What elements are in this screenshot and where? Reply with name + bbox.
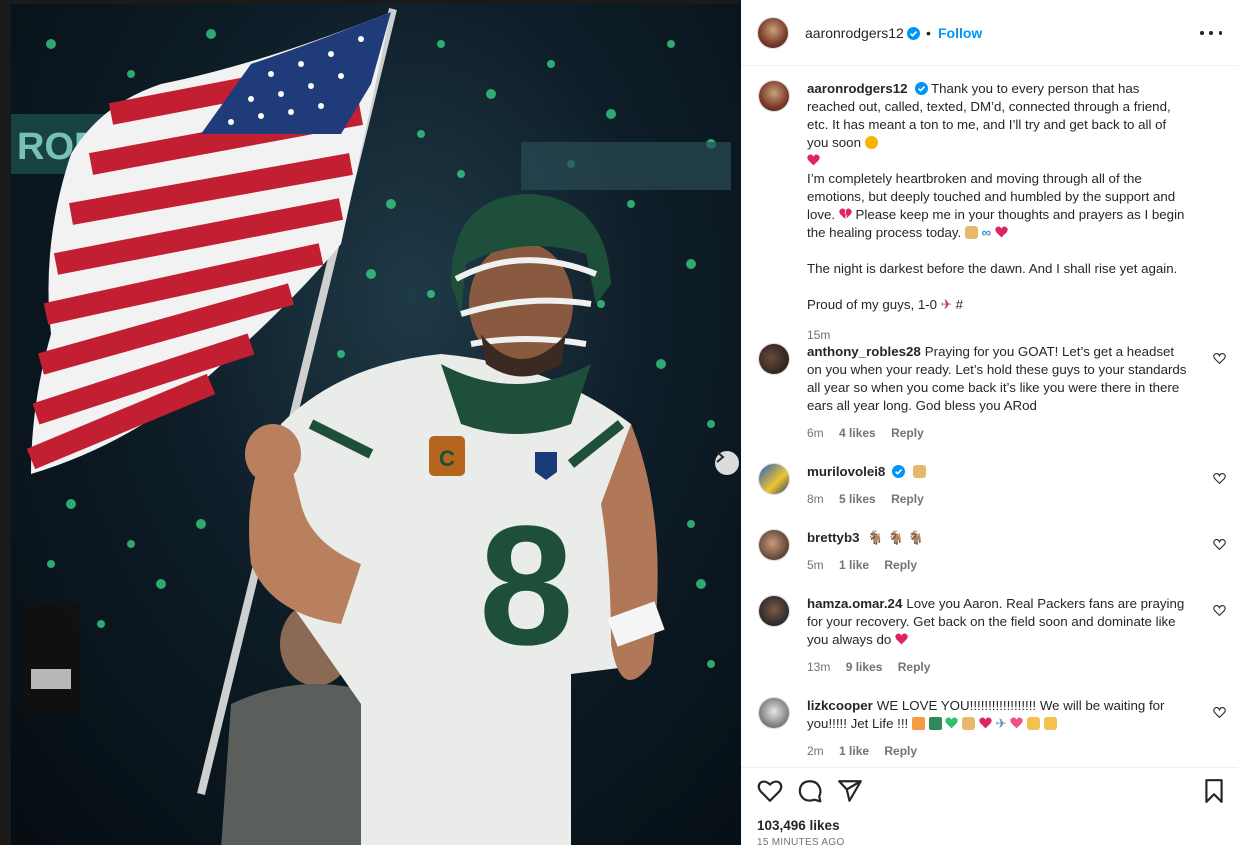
more-options-icon[interactable] — [1200, 23, 1222, 43]
caption-paragraph-4: Proud of my guys, 1-0 ✈ # — [807, 296, 1187, 314]
commenter-avatar[interactable] — [758, 529, 790, 561]
comment-reply-button[interactable]: Reply — [898, 660, 931, 674]
comment-heart-icon[interactable] — [1213, 472, 1226, 485]
commenter-avatar[interactable] — [758, 463, 790, 495]
header-separator: • — [926, 25, 931, 41]
verified-icon — [892, 465, 906, 478]
commenter-username[interactable]: brettyb3 — [807, 530, 859, 545]
goat-emoji-icon: 🐐 — [887, 530, 904, 545]
verified-icon — [914, 82, 928, 95]
comment-likes[interactable]: 4 likes — [839, 426, 876, 440]
infinity-emoji-icon: ∞ — [981, 225, 992, 240]
comment-time[interactable]: 8m — [807, 492, 824, 506]
comment-heart-icon[interactable] — [1213, 352, 1226, 365]
comment-reply-button[interactable]: Reply — [891, 492, 924, 506]
red-heart-emoji-icon — [979, 717, 992, 729]
comment-meta: 5m 1 like Reply — [807, 556, 1187, 574]
airplane-emoji-icon: ✈ — [995, 716, 1007, 731]
comment-body: brettyb3 🐐 🐐 🐐 5m 1 like Reply — [807, 529, 1187, 574]
comment-body: murilovolei8 8m 5 likes Reply — [807, 463, 1187, 508]
verified-icon — [906, 27, 920, 40]
comment-heart-icon[interactable] — [1213, 706, 1226, 719]
jersey-number: 8 — [479, 491, 574, 681]
commenter-avatar[interactable] — [758, 697, 790, 729]
author-avatar[interactable] — [757, 17, 789, 49]
praying-hands-emoji-icon — [964, 226, 978, 239]
commenter-avatar[interactable] — [758, 595, 790, 627]
comment-body: hamza.omar.24 Love you Aaron. Real Packer… — [807, 595, 1187, 676]
commenter-username[interactable]: lizkcooper — [807, 698, 873, 713]
comment-time[interactable]: 13m — [807, 660, 830, 674]
comments-list[interactable]: aaronrodgers12 Thank you to every person… — [741, 67, 1238, 767]
post-detail-panel: aaronrodgers12 • Follow aaronrodgers12 T… — [741, 0, 1238, 845]
post-like-count[interactable]: 103,496 likes — [757, 818, 840, 833]
comment-body: anthony_robles28 Praying for you GOAT! Le… — [807, 343, 1187, 442]
comment-heart-icon[interactable] — [1213, 604, 1226, 617]
follow-button[interactable]: Follow — [938, 25, 982, 41]
sunrise-emoji-icon — [911, 717, 925, 730]
airplane-emoji-icon: ✈ — [940, 297, 952, 312]
mountain-emoji-icon — [928, 717, 942, 730]
comment-likes[interactable]: 1 like — [839, 558, 869, 572]
bookmark-icon[interactable] — [1201, 778, 1227, 804]
clapping-hands-emoji-icon — [1043, 717, 1057, 730]
comment-reply-button[interactable]: Reply — [891, 426, 924, 440]
post-time-ago: 15 MINUTES AGO — [757, 837, 845, 845]
red-heart-emoji-icon — [895, 633, 908, 645]
comment-heart-icon[interactable] — [1213, 538, 1226, 551]
caption-text-4: Proud of my guys, 1-0 — [807, 297, 938, 312]
goat-emoji-icon: 🐐 — [867, 530, 884, 545]
comment-likes[interactable]: 9 likes — [846, 660, 883, 674]
sparkling-heart-emoji-icon — [1010, 717, 1024, 729]
praying-hands-emoji-icon — [962, 717, 976, 730]
comment-likes[interactable]: 5 likes — [839, 492, 876, 506]
broken-heart-emoji-icon — [839, 208, 852, 220]
goat-emoji-icon: 🐐 — [907, 530, 925, 545]
commenter-username[interactable]: anthony_robles28 — [807, 344, 921, 359]
captain-patch: C — [439, 446, 455, 471]
comment-time[interactable]: 6m — [807, 426, 824, 440]
commenter-avatar[interactable] — [758, 343, 790, 375]
caption-body: aaronrodgers12 Thank you to every person… — [807, 80, 1187, 344]
green-heart-emoji-icon — [945, 717, 959, 729]
photo-illustration: RODG 8 C — [11, 8, 731, 845]
commenter-username[interactable]: hamza.omar.24 — [807, 596, 902, 611]
comment-time[interactable]: 2m — [807, 744, 824, 758]
chevron-right-icon — [716, 451, 725, 463]
share-icon[interactable] — [837, 778, 863, 804]
caption-avatar[interactable] — [758, 80, 790, 112]
comment-likes[interactable]: 1 like — [839, 744, 869, 758]
comment-icon[interactable] — [797, 778, 823, 804]
comment-reply-button[interactable]: Reply — [884, 558, 917, 572]
post-photo: RODG 8 C — [0, 0, 741, 845]
like-heart-icon[interactable] — [757, 778, 783, 804]
comment-meta: 8m 5 likes Reply — [807, 490, 1187, 508]
praying-hands-emoji-icon — [913, 465, 927, 478]
comment-meta: 2m 1 like Reply — [807, 742, 1187, 760]
comment-meta: 13m 9 likes Reply — [807, 658, 1187, 676]
crying-face-emoji-icon — [864, 136, 878, 149]
caption-time[interactable]: 15m — [807, 328, 830, 342]
commenter-username[interactable]: murilovolei8 — [807, 464, 885, 479]
comment-reply-button[interactable]: Reply — [884, 744, 917, 758]
next-photo-button[interactable] — [715, 451, 739, 475]
caption-hashtag[interactable]: # — [956, 297, 963, 312]
caption-meta: 15m — [807, 326, 1187, 344]
caption-username[interactable]: aaronrodgers12 — [807, 81, 908, 96]
caption-paragraph-2: I’m completely heartbroken and moving th… — [807, 170, 1187, 242]
comment-time[interactable]: 5m — [807, 558, 824, 572]
comment-meta: 6m 4 likes Reply — [807, 424, 1187, 442]
caption-paragraph-3: The night is darkest before the dawn. An… — [807, 261, 1178, 276]
red-heart-emoji-icon — [807, 154, 820, 166]
post-header: aaronrodgers12 • Follow — [741, 0, 1238, 66]
author-username[interactable]: aaronrodgers12 — [805, 25, 904, 41]
comment-body: lizkcooper WE LOVE YOU!!!!!!!!!!!!!!!!!! … — [807, 697, 1187, 760]
flexed-bicep-emoji-icon — [1027, 717, 1041, 730]
author-username-link[interactable]: aaronrodgers12 — [805, 25, 920, 41]
red-heart-emoji-icon — [995, 226, 1008, 238]
post-actions-bar: 103,496 likes 15 MINUTES AGO — [741, 767, 1238, 845]
caption-paragraph-1: aaronrodgers12 Thank you to every person… — [807, 80, 1187, 170]
